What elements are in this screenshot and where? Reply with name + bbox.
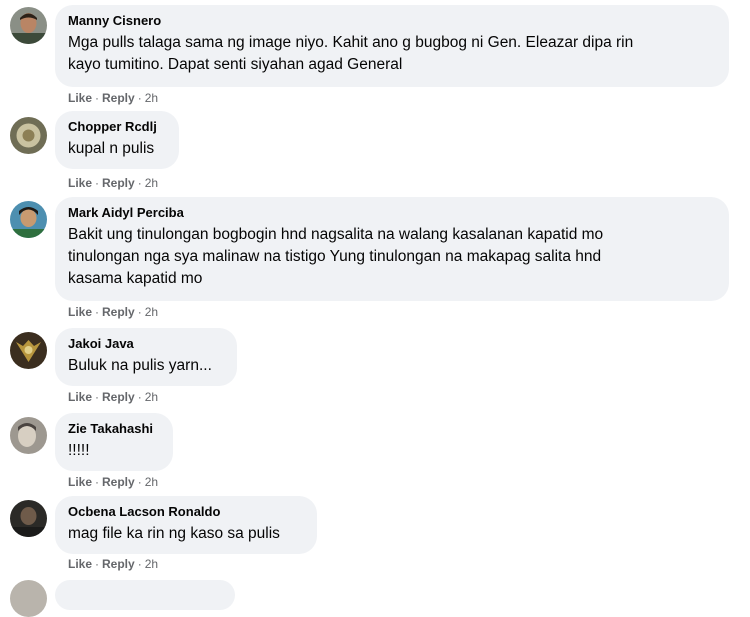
comment-text-line: tinulongan nga sya malinaw na tistigo Yu… (68, 248, 602, 265)
avatar-photo-icon (10, 500, 47, 537)
comment-author[interactable]: Manny Cisnero (68, 13, 716, 29)
avatar[interactable] (10, 201, 47, 238)
comment-author[interactable]: Ocbena Lacson Ronaldo (68, 504, 304, 520)
comment-bubble: Manny Cisnero Mga pulls talaga sama ng i… (55, 5, 729, 87)
timestamp[interactable]: 2h (145, 390, 158, 404)
separator: · (137, 475, 142, 489)
separator: · (95, 475, 100, 489)
avatar[interactable] (10, 500, 47, 537)
comment-text: Buluk na pulis yarn... (68, 355, 224, 377)
comment-text-line: Buluk na pulis yarn... (68, 357, 212, 374)
separator: · (137, 557, 142, 571)
comment-text: !!!!! (68, 440, 160, 462)
timestamp[interactable]: 2h (145, 305, 158, 319)
separator: · (137, 390, 142, 404)
avatar[interactable] (10, 417, 47, 454)
avatar[interactable] (10, 117, 47, 154)
comment-author[interactable]: Zie Takahashi (68, 421, 160, 437)
reply-link[interactable]: Reply (102, 305, 135, 319)
comment-text-line: kupal n pulis (68, 140, 155, 157)
comment-bubble (55, 580, 235, 610)
comment-text: kupal n pulis (68, 138, 166, 160)
comment-text: mag file ka rin ng kaso sa pulis (68, 523, 304, 545)
comment-actions: Like · Reply · 2h (68, 556, 158, 572)
comment-actions: Like · Reply · 2h (68, 304, 158, 320)
separator: · (137, 91, 142, 105)
avatar-photo-icon (10, 7, 47, 44)
timestamp[interactable]: 2h (145, 91, 158, 105)
timestamp[interactable]: 2h (145, 176, 158, 190)
like-link[interactable]: Like (68, 91, 92, 105)
avatar-photo-icon (10, 201, 47, 238)
separator: · (137, 305, 142, 319)
like-link[interactable]: Like (68, 475, 92, 489)
comment-text-line: kasama kapatid mo (68, 270, 203, 287)
comment-text-line: !!!!! (68, 442, 90, 459)
separator: · (95, 176, 100, 190)
comment-bubble: Ocbena Lacson Ronaldo mag file ka rin ng… (55, 496, 317, 554)
timestamp[interactable]: 2h (145, 557, 158, 571)
like-link[interactable]: Like (68, 557, 92, 571)
comment-actions: Like · Reply · 2h (68, 389, 158, 405)
comment-bubble: Mark Aidyl Perciba Bakit ung tinulongan … (55, 197, 729, 301)
separator: · (137, 176, 142, 190)
avatar[interactable] (10, 7, 47, 44)
avatar-photo-icon (10, 332, 47, 369)
comment-text: Mga pulls talaga sama ng image niyo. Kah… (68, 32, 716, 76)
comment-author[interactable]: Chopper Rcdlj (68, 119, 166, 135)
like-link[interactable]: Like (68, 305, 92, 319)
comment-actions: Like · Reply · 2h (68, 474, 158, 490)
comment-bubble: Jakoi Java Buluk na pulis yarn... (55, 328, 237, 386)
comment-text-line: mag file ka rin ng kaso sa pulis (68, 525, 280, 542)
comment-text-line: Bakit ung tinulongan bogbogin hnd nagsal… (68, 226, 604, 243)
comment-text-line: Mga pulls talaga sama ng image niyo. Kah… (68, 34, 634, 51)
avatar[interactable] (10, 332, 47, 369)
separator: · (95, 557, 100, 571)
avatar-photo-icon (10, 117, 47, 154)
reply-link[interactable]: Reply (102, 390, 135, 404)
reply-link[interactable]: Reply (102, 557, 135, 571)
comment-text: Bakit ung tinulongan bogbogin hnd nagsal… (68, 224, 716, 290)
like-link[interactable]: Like (68, 176, 92, 190)
avatar-photo-icon (10, 417, 47, 454)
comment-actions: Like · Reply · 2h (68, 90, 158, 106)
reply-link[interactable]: Reply (102, 91, 135, 105)
separator: · (95, 390, 100, 404)
reply-link[interactable]: Reply (102, 176, 135, 190)
comment-bubble: Zie Takahashi !!!!! (55, 413, 173, 471)
comment-author[interactable]: Mark Aidyl Perciba (68, 205, 716, 221)
comment-actions: Like · Reply · 2h (68, 175, 158, 191)
reply-link[interactable]: Reply (102, 475, 135, 489)
comment-bubble: Chopper Rcdlj kupal n pulis (55, 111, 179, 169)
comment-text-line: kayo tumitino. Dapat senti siyahan agad … (68, 56, 403, 73)
timestamp[interactable]: 2h (145, 475, 158, 489)
separator: · (95, 305, 100, 319)
like-link[interactable]: Like (68, 390, 92, 404)
separator: · (95, 91, 100, 105)
comment-author[interactable]: Jakoi Java (68, 336, 224, 352)
